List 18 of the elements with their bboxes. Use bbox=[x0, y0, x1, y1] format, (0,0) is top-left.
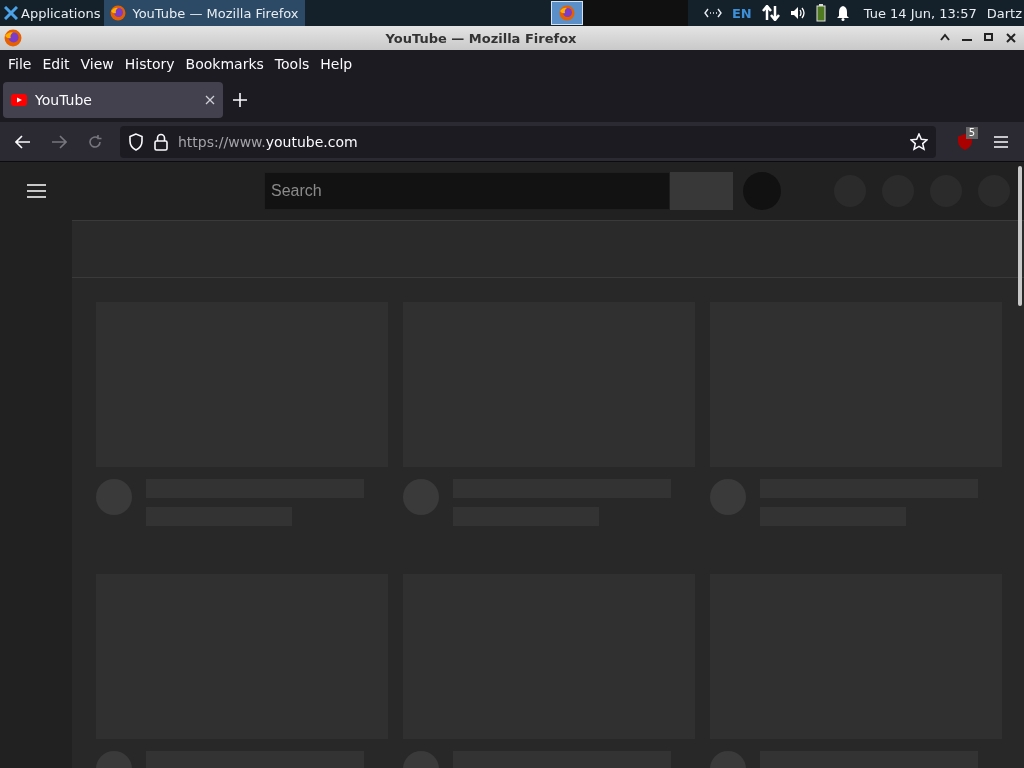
browser-tab[interactable]: YouTube bbox=[3, 82, 223, 118]
menu-item[interactable]: Tools bbox=[270, 56, 314, 72]
clock[interactable]: Tue 14 Jun, 13:57 bbox=[863, 5, 977, 21]
applications-menu-button[interactable]: Applications bbox=[0, 0, 105, 26]
menu-item[interactable]: Edit bbox=[38, 56, 74, 72]
menu-item[interactable]: History bbox=[120, 56, 179, 72]
extension-badge: 5 bbox=[965, 126, 978, 139]
search-field[interactable]: Search bbox=[264, 172, 670, 210]
url-text: https://www.youtube.com bbox=[178, 133, 358, 150]
address-bar[interactable]: https://www.youtube.com bbox=[120, 125, 936, 158]
menu-item[interactable]: Bookmarks bbox=[181, 56, 268, 72]
taskbar-window-button[interactable]: YouTube — Mozilla Firefox bbox=[104, 0, 305, 26]
keyboard-layout[interactable]: EN bbox=[731, 5, 752, 21]
menu-item[interactable]: Help bbox=[316, 56, 357, 72]
user-name[interactable]: Dartz bbox=[986, 5, 1022, 21]
window-title: YouTube — Mozilla Firefox bbox=[384, 30, 578, 46]
menu-item[interactable]: View bbox=[76, 56, 118, 72]
menu-item[interactable]: File bbox=[4, 56, 36, 72]
